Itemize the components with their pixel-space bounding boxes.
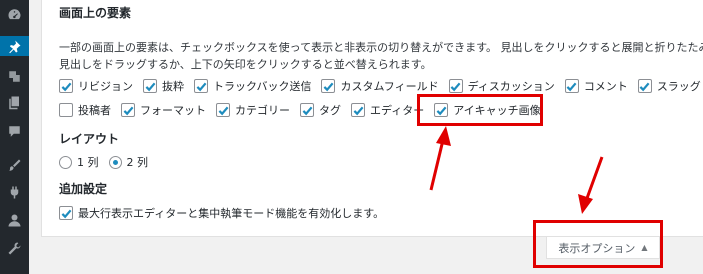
additional-settings-title: 追加設定: [59, 182, 108, 196]
screen-options-tab-highlight: [533, 220, 663, 268]
screen-option-checkbox[interactable]: カテゴリー: [216, 102, 290, 118]
checkbox-label: スラッグ: [656, 80, 701, 93]
checkbox-label: カテゴリー: [235, 104, 290, 117]
checkbox-checked[interactable]: [143, 79, 157, 93]
wrench-icon[interactable]: [4, 238, 24, 258]
distraction-free-checkbox[interactable]: [59, 206, 73, 220]
checkbox-label: ディスカッション: [467, 80, 555, 93]
radio-label: 2 列: [126, 156, 149, 169]
distraction-free-option[interactable]: 最大行表示エディターと集中執筆モード機能を有効化します。: [59, 205, 384, 221]
screen-option-checkbox[interactable]: コメント: [564, 78, 628, 94]
checkbox-label: コメント: [583, 80, 628, 93]
checkbox-checked[interactable]: [121, 103, 135, 117]
checkbox-label: トラックバック送信: [213, 80, 312, 93]
checkbox-checked[interactable]: [351, 103, 365, 117]
plugin-icon[interactable]: [4, 182, 24, 202]
comments-icon[interactable]: [4, 121, 24, 141]
checkbox-checked[interactable]: [300, 103, 314, 117]
radio-label: 1 列: [77, 156, 99, 169]
checkbox-checked[interactable]: [194, 79, 208, 93]
layout-title: レイアウト: [59, 132, 120, 146]
description-line-2: 見出しをドラッグするか、上下の矢印をクリックすると並べ替えられます。: [59, 58, 432, 71]
radio-unselected[interactable]: [59, 155, 72, 169]
screen-option-checkbox[interactable]: トラックバック送信: [194, 78, 311, 94]
brush-icon[interactable]: [4, 155, 24, 175]
checkbox-checked[interactable]: [448, 79, 463, 93]
admin-sidebar: [0, 0, 29, 274]
screen-option-checkbox[interactable]: 抜粋: [143, 78, 184, 94]
featured-image-highlight: [417, 94, 543, 126]
checkbox-unchecked[interactable]: [59, 103, 73, 117]
checkbox-label: リビジョン: [78, 80, 133, 93]
speedometer-icon[interactable]: [4, 4, 24, 24]
user-icon[interactable]: [4, 210, 24, 230]
screen-option-checkbox[interactable]: ディスカッション: [448, 78, 555, 94]
media-icon[interactable]: [4, 66, 24, 86]
screen-option-checkbox[interactable]: エディター: [351, 102, 424, 118]
distraction-free-label: 最大行表示エディターと集中執筆モード機能を有効化します。: [78, 207, 385, 220]
pages-icon[interactable]: [4, 92, 24, 112]
checkbox-label: 抜粋: [162, 80, 184, 93]
layout-radio-option[interactable]: 1 列: [59, 154, 99, 170]
description-line-1: 一部の画面上の要素は、チェックボックスを使って表示と非表示の切り替えができます。…: [59, 41, 703, 54]
checkbox-row-1: リビジョン 抜粋 トラックバック送信 カスタムフィールド ディスカッション コメント スラッ…: [59, 77, 703, 95]
screen-option-checkbox[interactable]: 投稿者: [59, 102, 111, 118]
checkbox-checked[interactable]: [59, 79, 73, 93]
checkbox-checked[interactable]: [216, 103, 230, 117]
screen-option-checkbox[interactable]: タグ: [300, 102, 341, 118]
pin-icon[interactable]: [0, 36, 29, 56]
checkbox-checked[interactable]: [564, 79, 579, 93]
checkbox-label: 投稿者: [78, 104, 111, 117]
checkbox-label: カスタムフィールド: [340, 80, 439, 93]
layout-radio-option[interactable]: 2 列: [108, 154, 149, 170]
checkbox-checked[interactable]: [321, 79, 336, 93]
screen-option-checkbox[interactable]: カスタムフィールド: [321, 78, 439, 94]
radio-selected[interactable]: [108, 155, 122, 169]
layout-radio-group: 1 列 2 列: [59, 154, 158, 170]
screen-elements-title: 画面上の要素: [59, 6, 132, 20]
screen-option-checkbox[interactable]: スラッグ: [637, 78, 701, 94]
screen-option-checkbox[interactable]: リビジョン: [59, 78, 133, 94]
checkbox-label: タグ: [319, 104, 341, 117]
checkbox-label: フォーマット: [140, 104, 206, 117]
checkbox-checked[interactable]: [637, 79, 652, 93]
screen-option-checkbox[interactable]: フォーマット: [121, 102, 206, 118]
